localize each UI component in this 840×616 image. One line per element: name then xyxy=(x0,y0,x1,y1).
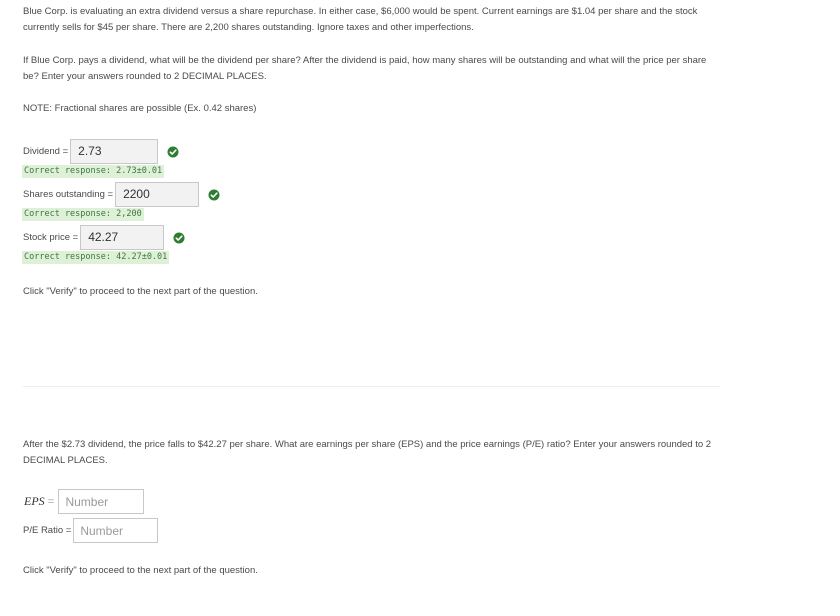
stock-price-answer-field[interactable]: 42.27 xyxy=(80,225,165,250)
dividend-label: Dividend = xyxy=(23,146,69,157)
pe-ratio-input[interactable] xyxy=(73,518,159,543)
stock-price-label: Stock price = xyxy=(23,232,79,243)
dividend-correct-response: Correct response: 2.73±0.01 xyxy=(22,165,165,178)
check-icon xyxy=(167,146,179,158)
section-divider xyxy=(23,386,720,387)
pe-label: P/E Ratio = xyxy=(23,525,72,536)
shares-answer-field[interactable]: 2200 xyxy=(115,182,200,207)
check-icon xyxy=(173,232,185,244)
part1-verify-note: Click "Verify" to proceed to the next pa… xyxy=(23,286,258,297)
shares-label: Shares outstanding = xyxy=(23,189,114,200)
eps-row: EPS = xyxy=(24,489,145,514)
eps-equals: = xyxy=(47,494,55,508)
pe-row: P/E Ratio = xyxy=(23,518,159,543)
shares-row: Shares outstanding = 2200 xyxy=(23,182,220,207)
stock-price-correct-response: Correct response: 42.27±0.01 xyxy=(22,251,170,264)
dividend-row: Dividend = 2.73 xyxy=(23,139,179,164)
shares-correct-response: Correct response: 2,200 xyxy=(22,208,144,221)
dividend-answer-field[interactable]: 2.73 xyxy=(70,139,159,164)
problem-intro: Blue Corp. is evaluating an extra divide… xyxy=(23,6,698,33)
part2-verify-note: Click "Verify" to proceed to the next pa… xyxy=(23,565,258,576)
check-icon xyxy=(208,189,220,201)
part1-question: If Blue Corp. pays a dividend, what will… xyxy=(23,55,707,82)
fractional-note: NOTE: Fractional shares are possible (Ex… xyxy=(23,103,257,114)
eps-label: EPS xyxy=(24,494,45,508)
part2-question: After the $2.73 dividend, the price fall… xyxy=(23,439,712,466)
eps-input[interactable] xyxy=(58,489,145,514)
stock-price-row: Stock price = 42.27 xyxy=(23,225,185,250)
